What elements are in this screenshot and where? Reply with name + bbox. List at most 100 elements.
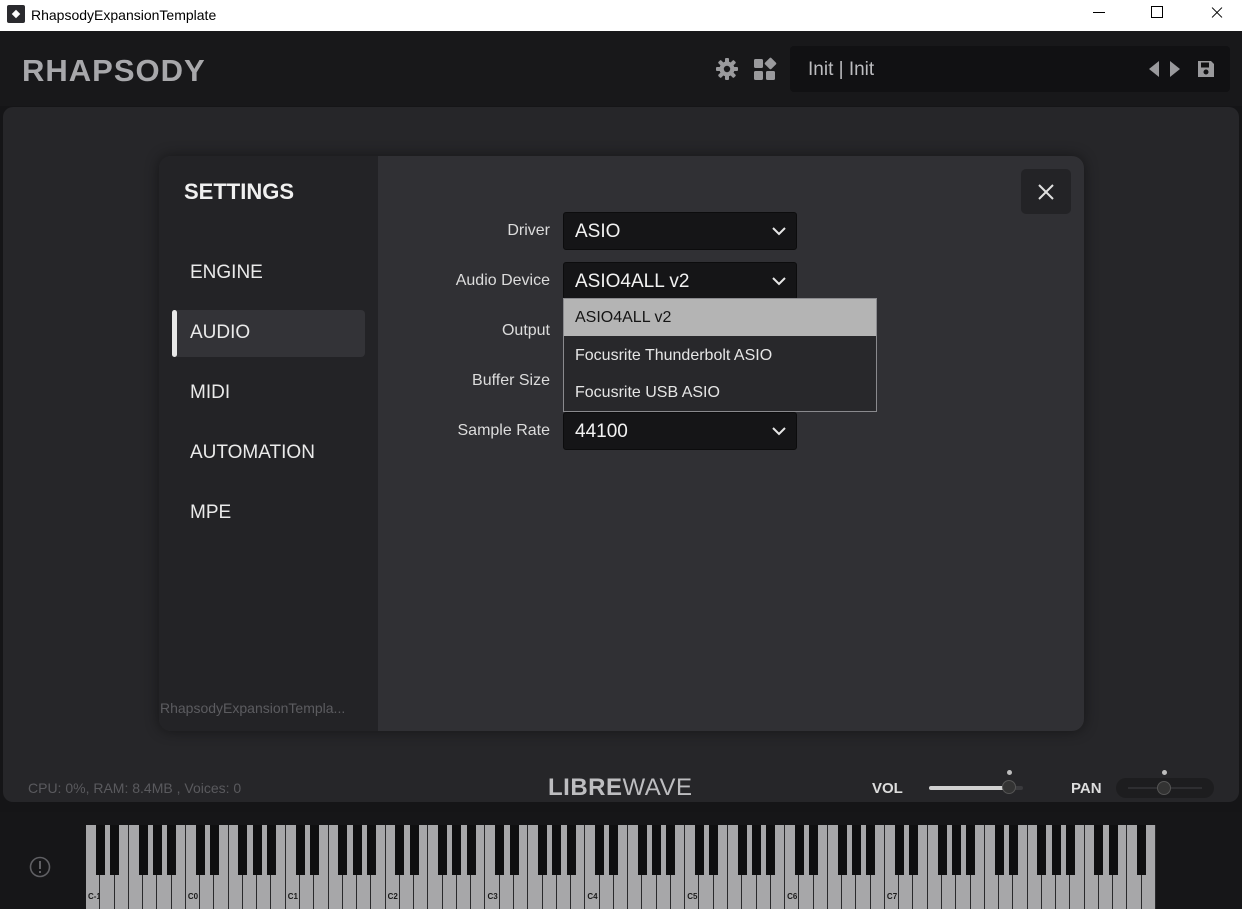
black-key[interactable] [1008, 825, 1018, 875]
dropdown-option[interactable]: ASIO4ALL v2 [564, 299, 876, 336]
black-key[interactable] [766, 825, 776, 875]
audio-device-select[interactable]: ASIO4ALL v2 [563, 262, 797, 300]
black-key[interactable] [167, 825, 177, 875]
black-key[interactable] [409, 825, 419, 875]
black-key[interactable] [752, 825, 762, 875]
audio-device-dropdown: ASIO4ALL v2 Focusrite Thunderbolt ASIO F… [563, 298, 877, 412]
black-key[interactable] [937, 825, 947, 875]
pan-handle[interactable] [1157, 781, 1171, 795]
black-key[interactable] [652, 825, 662, 875]
black-key[interactable] [737, 825, 747, 875]
pan-slider[interactable] [1116, 778, 1214, 798]
black-key[interactable] [495, 825, 505, 875]
prev-preset-icon[interactable] [1147, 60, 1161, 78]
black-key[interactable] [309, 825, 319, 875]
black-key[interactable] [152, 825, 162, 875]
preset-browser[interactable]: Init | Init [790, 46, 1230, 92]
octave-label: C1 [287, 892, 298, 901]
nav-item-audio[interactable]: AUDIO [172, 310, 365, 357]
black-key[interactable] [552, 825, 562, 875]
nav-item-engine[interactable]: ENGINE [172, 250, 365, 297]
option-label: Focusrite USB ASIO [575, 384, 720, 401]
black-key[interactable] [709, 825, 719, 875]
nav-item-automation[interactable]: AUTOMATION [172, 430, 365, 477]
black-key[interactable] [538, 825, 548, 875]
black-key[interactable] [266, 825, 276, 875]
black-key[interactable] [238, 825, 248, 875]
black-key[interactable] [966, 825, 976, 875]
black-key[interactable] [195, 825, 205, 875]
black-key[interactable] [837, 825, 847, 875]
chevron-down-icon [772, 277, 786, 286]
chevron-down-icon [772, 227, 786, 236]
black-key[interactable] [352, 825, 362, 875]
black-key[interactable] [438, 825, 448, 875]
black-key[interactable] [252, 825, 262, 875]
next-preset-icon[interactable] [1168, 60, 1182, 78]
black-key[interactable] [809, 825, 819, 875]
grid-icon[interactable] [753, 57, 777, 81]
volume-slider[interactable] [929, 780, 1023, 794]
black-key[interactable] [295, 825, 305, 875]
black-key[interactable] [338, 825, 348, 875]
preset-name[interactable]: Init | Init [808, 59, 874, 81]
sample-rate-select[interactable]: 44100 [563, 412, 797, 450]
nav-item-mpe[interactable]: MPE [172, 490, 365, 537]
black-key[interactable] [1037, 825, 1047, 875]
nav-item-label: AUDIO [190, 322, 251, 343]
black-key[interactable] [566, 825, 576, 875]
plugin-header: RHAPSODY Init | Init [0, 31, 1242, 106]
black-key[interactable] [1094, 825, 1104, 875]
octave-label: C6 [787, 892, 798, 901]
pan-center-marker [1162, 770, 1167, 775]
black-key[interactable] [894, 825, 904, 875]
black-key[interactable] [452, 825, 462, 875]
black-key[interactable] [209, 825, 219, 875]
volume-center-marker [1007, 770, 1012, 775]
driver-label: Driver [507, 222, 550, 239]
brand-logo: RHAPSODY [22, 53, 206, 88]
black-key[interactable] [866, 825, 876, 875]
black-key[interactable] [595, 825, 605, 875]
info-icon[interactable] [29, 856, 51, 878]
black-key[interactable] [395, 825, 405, 875]
black-key[interactable] [1108, 825, 1118, 875]
black-key[interactable] [466, 825, 476, 875]
window-close-button[interactable] [1194, 0, 1240, 31]
black-key[interactable] [609, 825, 619, 875]
nav-item-midi[interactable]: MIDI [172, 370, 365, 417]
save-icon[interactable] [1196, 59, 1216, 79]
close-settings-button[interactable] [1021, 169, 1071, 214]
logo-light: WAVE [622, 774, 693, 801]
option-label: Focusrite Thunderbolt ASIO [575, 347, 773, 364]
black-key[interactable] [951, 825, 961, 875]
black-key[interactable] [1065, 825, 1075, 875]
black-key[interactable] [95, 825, 105, 875]
black-key[interactable] [366, 825, 376, 875]
octave-label: C0 [187, 892, 199, 901]
minimize-button[interactable] [1076, 0, 1122, 31]
dropdown-option[interactable]: Focusrite Thunderbolt ASIO [564, 337, 876, 374]
dropdown-option[interactable]: Focusrite USB ASIO [564, 374, 876, 411]
logo-bold: LIBRE [548, 774, 623, 801]
black-key[interactable] [1137, 825, 1147, 875]
piano-keyboard[interactable]: C-1 C0 C1 C2 C3 C4 C5 C6 C7 [86, 825, 1156, 909]
octave-label: C-1 [88, 892, 101, 901]
black-key[interactable] [110, 825, 120, 875]
black-key[interactable] [851, 825, 861, 875]
black-key[interactable] [694, 825, 704, 875]
window-title: RhapsodyExpansionTemplate [31, 7, 217, 23]
black-key[interactable] [509, 825, 519, 875]
driver-select[interactable]: ASIO [563, 212, 797, 250]
black-key[interactable] [794, 825, 804, 875]
black-key[interactable] [666, 825, 676, 875]
black-key[interactable] [138, 825, 148, 875]
volume-handle[interactable] [1001, 780, 1016, 794]
gear-icon[interactable] [715, 57, 739, 81]
black-key[interactable] [637, 825, 647, 875]
maximize-button[interactable] [1134, 0, 1180, 31]
black-key[interactable] [1051, 825, 1061, 875]
black-key[interactable] [908, 825, 918, 875]
nav-item-label: ENGINE [190, 262, 263, 283]
black-key[interactable] [994, 825, 1004, 875]
